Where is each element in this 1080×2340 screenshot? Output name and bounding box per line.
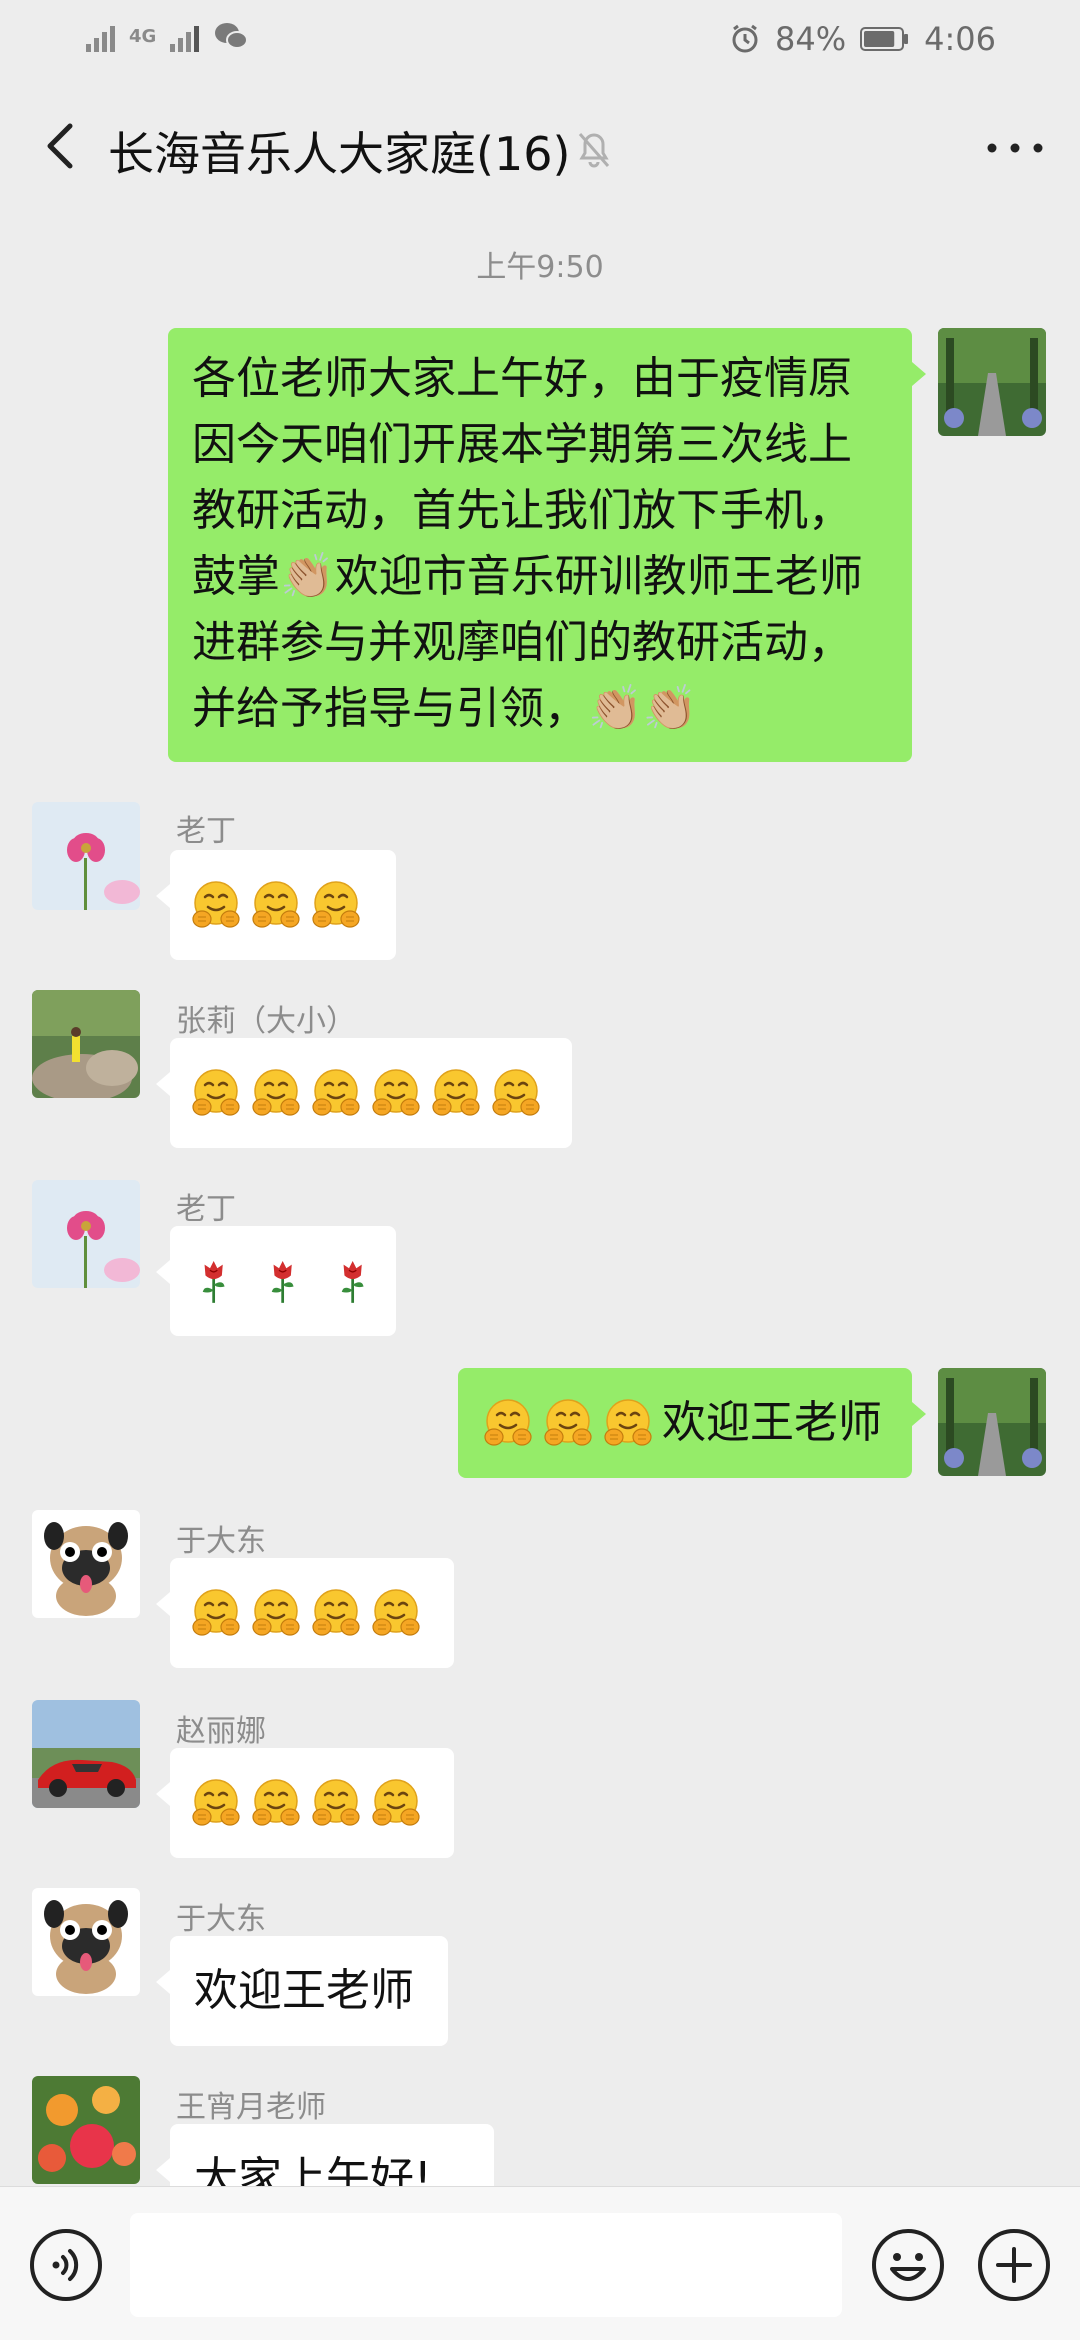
chat-title: 长海音乐人大家庭(16) (108, 127, 571, 181)
avatar-lao-ding[interactable] (32, 802, 140, 910)
hugging-face-emoji (484, 1399, 532, 1446)
wechat-icon (215, 23, 249, 49)
status-left: 4G (86, 20, 249, 52)
emoji-row (190, 850, 376, 960)
message-bubble-outgoing[interactable]: 欢迎王老师 (458, 1368, 926, 1478)
avatar-yu-dadong[interactable] (32, 1510, 140, 1618)
message-bubble-incoming[interactable] (156, 1038, 572, 1148)
clock: 4:06 (924, 20, 996, 58)
avatar-zhao-lina[interactable] (32, 1700, 140, 1808)
alarm-icon (732, 24, 758, 53)
message-bubble-incoming[interactable] (156, 1226, 396, 1336)
message-input[interactable] (130, 2213, 842, 2317)
status-bar: 4G 84% 4:06 (0, 0, 1080, 80)
emoji-icon[interactable] (870, 2227, 946, 2303)
more-dots-icon[interactable] (980, 128, 1050, 168)
status-right: 84% 4:06 (729, 20, 996, 58)
emoji-row: 欢迎王老师 (482, 1368, 894, 1478)
hugging-face-emoji (312, 1069, 360, 1116)
rose-emoji (202, 1260, 225, 1303)
hugging-face-emoji (192, 1069, 240, 1116)
bell-off-icon (578, 133, 610, 168)
sender-name: 赵丽娜 (176, 1714, 266, 1749)
message-text: 大家上午好! (194, 2153, 432, 2186)
signal-icon-1 (86, 20, 115, 52)
hugging-face-emoji (312, 881, 360, 928)
emoji-row (190, 1748, 434, 1858)
message-bubble-outgoing[interactable]: 各位老师大家上午好，由于疫情原因今天咱们开展本学期第三次线上教研活动，首先让我们… (168, 328, 926, 762)
input-bar (0, 2186, 1080, 2340)
sender-name: 王宵月老师 (176, 2090, 326, 2125)
message-text: 欢迎王老师 (194, 1965, 414, 2016)
avatar-self[interactable] (938, 1368, 1046, 1476)
chat-screen: 4G 84% 4:06 长海音乐人大家庭(16) 上午9:50 各位老师大家上午… (0, 0, 1080, 2340)
emoji-row (190, 1038, 552, 1148)
hugging-face-emoji (252, 1589, 300, 1636)
avatar-yu-dadong[interactable] (32, 1888, 140, 1996)
message-text: 欢迎王老师 (662, 1397, 882, 1448)
emoji-row (190, 1558, 434, 1668)
avatar-self[interactable] (938, 328, 1046, 436)
hugging-face-emoji (432, 1069, 480, 1116)
hugging-face-emoji (492, 1069, 540, 1116)
hugging-face-emoji (192, 881, 240, 928)
rose-emoji (341, 1260, 364, 1303)
hugging-face-emoji (252, 881, 300, 928)
hugging-face-emoji (252, 1069, 300, 1116)
sender-name: 张莉（大小） (176, 1004, 356, 1039)
hugging-face-emoji (372, 1589, 420, 1636)
chevron-left-icon[interactable] (32, 116, 92, 176)
hugging-face-emoji (312, 1589, 360, 1636)
sender-name: 老丁 (176, 1192, 236, 1227)
message-text: 各位老师大家上午好，由于疫情原因今天咱们开展本学期第三次线上教研活动，首先让我们… (192, 353, 863, 734)
message-bubble-incoming[interactable]: 大家上午好! (156, 2124, 494, 2186)
rose-emoji (272, 1260, 294, 1303)
hugging-face-emoji (604, 1399, 652, 1446)
hugging-face-emoji (312, 1779, 360, 1826)
signal-icon-2 (170, 20, 200, 52)
avatar-wang-xiaoyue[interactable] (32, 2076, 140, 2184)
sender-name: 于大东 (176, 1902, 266, 1937)
hugging-face-emoji (372, 1069, 420, 1116)
plus-icon[interactable] (976, 2227, 1052, 2303)
message-bubble-incoming[interactable]: 欢迎王老师 (156, 1936, 448, 2046)
message-bubble-incoming[interactable] (156, 850, 396, 960)
avatar-zhang-li[interactable] (32, 990, 140, 1098)
message-list[interactable]: 上午9:50 各位老师大家上午好，由于疫情原因今天咱们开展本学期第三次线上教研活… (0, 210, 1080, 2186)
message-bubble-incoming[interactable] (156, 1558, 454, 1668)
sender-name: 老丁 (176, 814, 236, 849)
hugging-face-emoji (192, 1779, 240, 1826)
battery-percent: 84% (775, 20, 847, 58)
hugging-face-emoji (252, 1779, 300, 1826)
message-bubble-incoming[interactable] (156, 1748, 454, 1858)
emoji-row (190, 1226, 376, 1336)
voice-icon[interactable] (28, 2227, 104, 2303)
hugging-face-emoji (192, 1589, 240, 1636)
hugging-face-emoji (544, 1399, 592, 1446)
network-label: 4G (129, 25, 157, 47)
title-bar: 长海音乐人大家庭(16) (0, 80, 1080, 210)
timestamp: 上午9:50 (476, 250, 604, 285)
battery-icon (860, 27, 909, 51)
sender-name: 于大东 (176, 1524, 266, 1559)
avatar-lao-ding[interactable] (32, 1180, 140, 1288)
hugging-face-emoji (372, 1779, 420, 1826)
